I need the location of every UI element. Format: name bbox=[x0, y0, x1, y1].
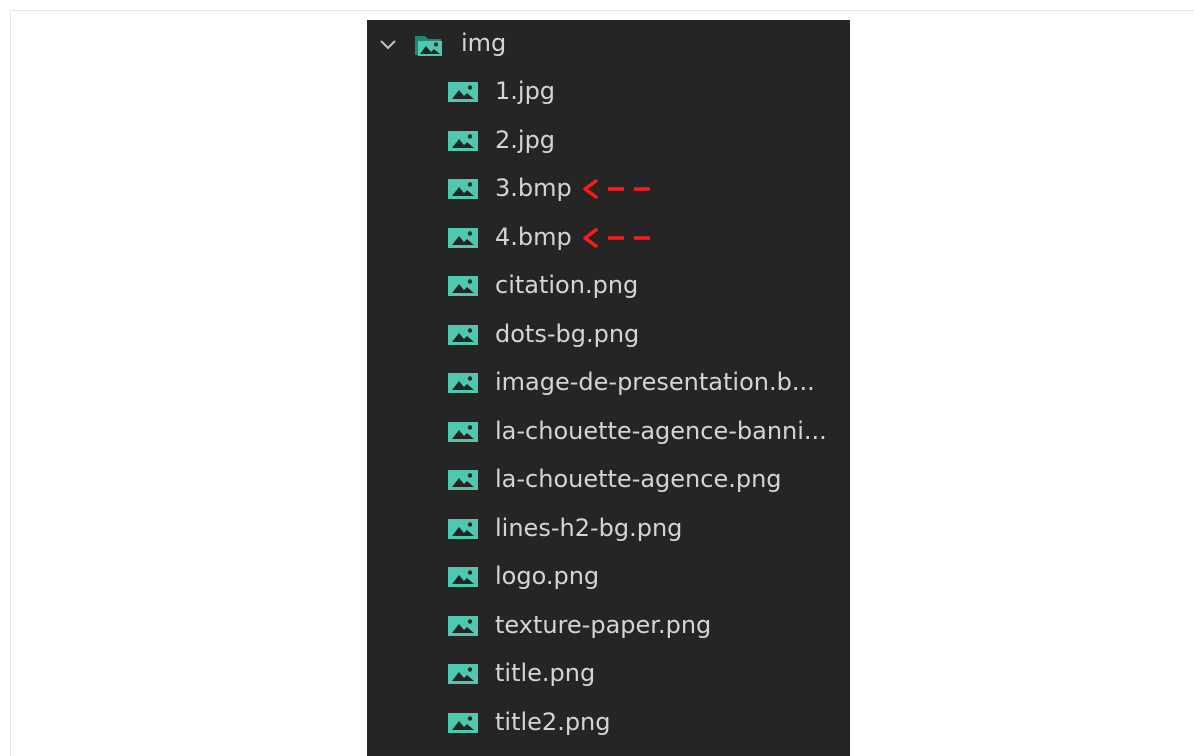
image-file-icon bbox=[448, 179, 478, 199]
image-file-icon bbox=[448, 470, 478, 490]
file-name: la-chouette-agence-banni... bbox=[495, 416, 827, 445]
file-row[interactable]: image-de-presentation.b... bbox=[367, 359, 850, 407]
file-name: 4.bmp bbox=[495, 222, 572, 251]
image-file-icon bbox=[448, 82, 478, 102]
file-name: lines-h2-bg.png bbox=[495, 513, 683, 542]
file-row[interactable]: la-chouette-agence-banni... bbox=[367, 408, 850, 456]
file-row[interactable]: 3.bmp bbox=[367, 165, 850, 213]
image-file-icon bbox=[448, 373, 478, 393]
file-name: texture-paper.png bbox=[495, 610, 712, 639]
image-folder-icon bbox=[415, 36, 442, 56]
image-file-icon bbox=[448, 421, 478, 442]
file-row[interactable]: texture-paper.png bbox=[367, 602, 850, 650]
file-name: title.png bbox=[495, 659, 596, 687]
file-name: logo.png bbox=[495, 562, 600, 590]
file-row[interactable]: la-chouette-agence.png bbox=[367, 456, 850, 504]
red-arrow-annotation-icon bbox=[583, 179, 650, 199]
image-file-icon bbox=[448, 227, 478, 248]
image-file-icon bbox=[448, 324, 478, 345]
file-row[interactable]: 2.jpg bbox=[367, 117, 850, 165]
folder-row-img[interactable]: img bbox=[367, 20, 850, 68]
file-row[interactable]: 1.jpg bbox=[367, 68, 850, 116]
file-name: la-chouette-agence.png bbox=[495, 465, 782, 493]
image-file-icon bbox=[448, 518, 478, 539]
file-name: dots-bg.png bbox=[495, 319, 640, 348]
folder-name: img bbox=[461, 29, 507, 57]
image-file-icon bbox=[448, 276, 478, 296]
image-file-icon bbox=[448, 130, 478, 151]
file-name: 2.jpg bbox=[495, 125, 556, 154]
file-row[interactable]: 4.bmp bbox=[367, 214, 850, 262]
file-row[interactable]: citation.png bbox=[367, 262, 850, 310]
image-file-icon bbox=[448, 712, 478, 733]
file-name: 1.jpg bbox=[495, 77, 556, 105]
file-explorer-panel: img 1.jpg 2.jpg 3.bmp 4.bmp citation.png dots… bbox=[367, 20, 850, 756]
file-row[interactable]: lines-h2-bg.png bbox=[367, 505, 850, 553]
file-name: title2.png bbox=[495, 707, 611, 736]
file-row[interactable]: title.png bbox=[367, 650, 850, 698]
chevron-down-icon[interactable] bbox=[377, 33, 399, 55]
image-file-icon bbox=[448, 567, 478, 587]
file-name: 3.bmp bbox=[495, 174, 572, 202]
file-row[interactable]: logo.png bbox=[367, 553, 850, 601]
file-row[interactable]: title2.png bbox=[367, 699, 850, 747]
image-file-icon bbox=[448, 664, 478, 684]
red-arrow-annotation-icon bbox=[583, 227, 650, 248]
image-file-icon bbox=[448, 615, 478, 636]
file-row[interactable]: dots-bg.png bbox=[367, 311, 850, 359]
file-name: image-de-presentation.b... bbox=[495, 368, 815, 396]
file-name: citation.png bbox=[495, 271, 639, 299]
